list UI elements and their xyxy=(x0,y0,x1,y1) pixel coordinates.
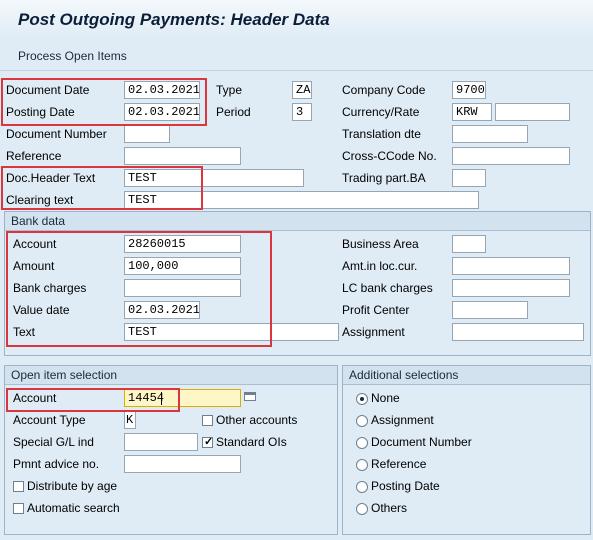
highlight-oi-account xyxy=(6,388,180,412)
period-label: Period xyxy=(216,105,251,119)
assignment-field[interactable] xyxy=(452,323,584,341)
business-area-field[interactable] xyxy=(452,235,486,253)
company-code-field[interactable]: 9700 xyxy=(452,81,486,99)
standard-ois-checkbox[interactable] xyxy=(202,435,213,448)
account-type-field[interactable]: K xyxy=(124,411,136,429)
distribute-by-age-label: Distribute by age xyxy=(27,479,118,493)
other-accounts-label: Other accounts xyxy=(216,413,298,427)
special-gl-ind-field[interactable] xyxy=(124,433,198,451)
profit-center-label: Profit Center xyxy=(342,303,410,317)
currency-rate-label: Currency/Rate xyxy=(342,105,420,119)
radio-posting-date[interactable] xyxy=(356,481,368,493)
currency-field[interactable]: KRW xyxy=(452,103,492,121)
amt-loc-cur-field[interactable] xyxy=(452,257,570,275)
radio-assignment-label: Assignment xyxy=(371,413,434,427)
open-item-selection-title: Open item selection xyxy=(5,366,337,385)
additional-selections-title: Additional selections xyxy=(343,366,590,385)
other-accounts-checkbox[interactable] xyxy=(202,415,213,426)
radio-reference-label: Reference xyxy=(371,457,427,471)
reference-field[interactable] xyxy=(124,147,241,165)
business-area-label: Business Area xyxy=(342,237,419,251)
highlight-bank-data xyxy=(6,231,272,347)
lc-bank-charges-label: LC bank charges xyxy=(342,281,433,295)
document-number-field[interactable] xyxy=(124,125,170,143)
pmnt-advice-no-label: Pmnt advice no. xyxy=(13,457,100,471)
profit-center-field[interactable] xyxy=(452,301,528,319)
radio-none[interactable] xyxy=(356,393,368,405)
highlight-dates xyxy=(1,78,207,126)
amt-loc-cur-label: Amt.in loc.cur. xyxy=(342,259,418,273)
document-number-label: Document Number xyxy=(6,127,107,141)
radio-none-label: None xyxy=(371,391,400,405)
radio-assignment[interactable] xyxy=(356,415,368,427)
trading-part-ba-label: Trading part.BA xyxy=(342,171,426,185)
radio-others[interactable] xyxy=(356,503,368,515)
reference-label: Reference xyxy=(6,149,62,163)
automatic-search-label: Automatic search xyxy=(27,501,120,515)
lc-bank-charges-field[interactable] xyxy=(452,279,570,297)
bank-data-title: Bank data xyxy=(5,212,590,231)
automatic-search-checkbox[interactable] xyxy=(13,503,24,514)
account-type-label: Account Type xyxy=(13,413,86,427)
translation-date-label: Translation dte xyxy=(342,127,421,141)
type-label: Type xyxy=(216,83,243,97)
highlight-texts xyxy=(1,166,203,210)
radio-reference[interactable] xyxy=(356,459,368,471)
assignment-label: Assignment xyxy=(342,325,405,339)
window-title: Post Outgoing Payments: Header Data xyxy=(18,10,330,29)
match-code-icon[interactable] xyxy=(244,392,256,401)
special-gl-ind-label: Special G/L ind xyxy=(13,435,94,449)
pmnt-advice-no-field[interactable] xyxy=(124,455,241,473)
radio-document-number[interactable] xyxy=(356,437,368,449)
radio-others-label: Others xyxy=(371,501,408,515)
distribute-by-age-checkbox[interactable] xyxy=(13,481,24,492)
radio-document-number-label: Document Number xyxy=(371,435,472,449)
company-code-label: Company Code xyxy=(342,83,426,97)
process-open-items-button[interactable]: Process Open Items xyxy=(18,47,127,65)
cross-ccode-no-label: Cross-CCode No. xyxy=(342,149,437,163)
cross-ccode-no-field[interactable] xyxy=(452,147,570,165)
type-field[interactable]: ZA xyxy=(292,81,312,99)
exchange-rate-field[interactable] xyxy=(495,103,570,121)
trading-part-ba-field[interactable] xyxy=(452,169,486,187)
period-field[interactable]: 3 xyxy=(292,103,312,121)
standard-ois-label: Standard OIs xyxy=(216,435,287,449)
radio-posting-date-label: Posting Date xyxy=(371,479,440,493)
translation-date-field[interactable] xyxy=(452,125,528,143)
